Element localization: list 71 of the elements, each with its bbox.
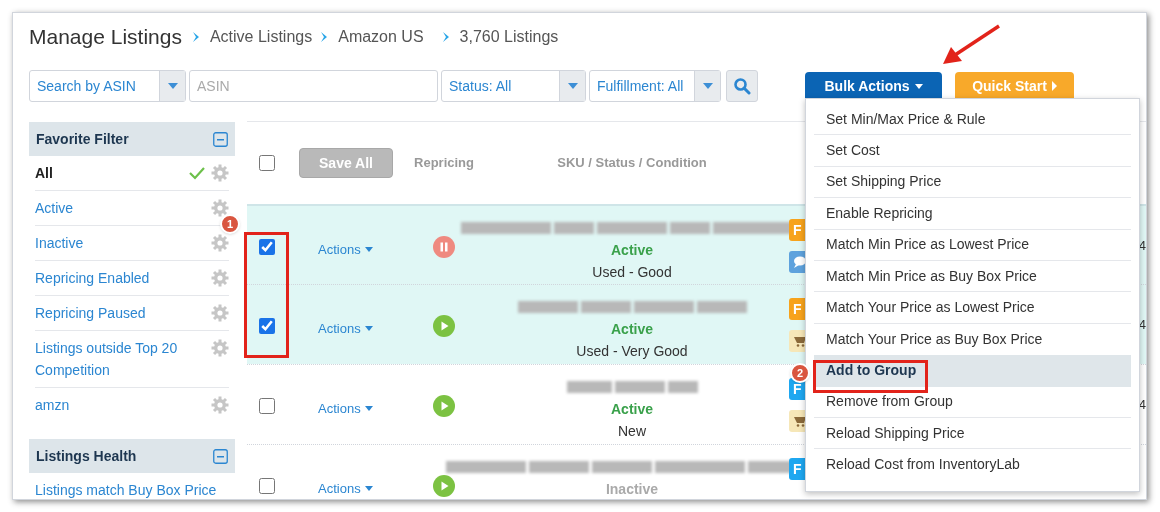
column-header: Repricing — [413, 154, 475, 173]
pause-icon[interactable] — [433, 236, 455, 258]
actions-link[interactable]: Actions — [318, 240, 373, 260]
caret-icon — [1051, 81, 1057, 91]
status-text: Inactive — [605, 480, 659, 499]
filter-item[interactable]: Listings outside Top 20 Competition — [35, 337, 211, 381]
collapse-icon — [213, 448, 228, 464]
caret-icon — [702, 83, 713, 89]
checkbox[interactable] — [259, 239, 275, 255]
settings-icon — [211, 199, 229, 217]
dropdown[interactable]: Status: All — [441, 70, 586, 102]
section-header[interactable]: Favorite Filter — [29, 122, 235, 156]
menu-item[interactable]: Reload Cost from InventoryLab — [814, 449, 1131, 481]
checkbox[interactable] — [259, 398, 275, 414]
dropdown[interactable]: Fulfillment: All — [589, 70, 721, 102]
caret-icon — [364, 247, 373, 253]
checkbox[interactable] — [259, 478, 275, 494]
actions-link[interactable]: Actions — [318, 399, 373, 419]
caret-icon — [364, 406, 373, 412]
checkbox[interactable] — [259, 155, 275, 171]
settings-icon — [211, 339, 229, 357]
page-title: Manage Listings — [29, 24, 182, 51]
caret-icon — [567, 83, 578, 89]
caret-icon — [364, 326, 373, 332]
search-icon — [733, 77, 751, 95]
settings-icon — [211, 304, 229, 322]
caret-icon — [364, 486, 373, 492]
caret-icon — [167, 83, 178, 89]
condition-text: New — [618, 422, 646, 441]
breadcrumb[interactable]: 3,760 Listings — [459, 25, 559, 49]
checkbox[interactable] — [259, 318, 275, 334]
menu-item[interactable]: Reload Shipping Price — [814, 417, 1131, 450]
filter-item[interactable]: Listings match Buy Box Price — [35, 479, 217, 499]
menu-item[interactable]: Add to Group — [814, 355, 1131, 387]
status-text: Active — [611, 241, 653, 260]
actions-link[interactable]: Actions — [318, 319, 373, 339]
filter-item[interactable]: Repricing Paused — [35, 302, 146, 324]
breadcrumb[interactable]: Active Listings — [209, 25, 313, 49]
check-icon — [189, 166, 205, 180]
condition-text: Used - Very Good — [576, 342, 688, 361]
status-text: Active — [611, 320, 653, 339]
menu-item[interactable]: Set Cost — [814, 135, 1131, 167]
search-button[interactable] — [726, 70, 758, 102]
menu-item[interactable]: Match Your Price as Buy Box Price — [814, 323, 1131, 356]
menu-item[interactable]: Remove from Group — [814, 386, 1131, 418]
condition-text: Used - Good — [592, 263, 672, 282]
settings-icon — [211, 269, 229, 287]
step-marker: 1 — [220, 214, 240, 234]
settings-icon — [211, 396, 229, 414]
menu-item[interactable]: Match Min Price as Buy Box Price — [814, 260, 1131, 293]
menu-item[interactable]: Enable Repricing — [814, 198, 1131, 230]
filter-item[interactable]: Inactive — [35, 232, 84, 254]
dropdown[interactable]: Search by ASIN — [29, 70, 186, 102]
menu-item[interactable]: Set Shipping Price — [814, 166, 1131, 199]
column-header: SKU / Status / Condition — [556, 154, 708, 173]
caret-icon — [914, 84, 923, 89]
collapse-icon — [213, 131, 228, 147]
settings-icon — [211, 234, 229, 252]
filter-item[interactable]: All — [35, 162, 53, 184]
menu-item[interactable]: Match Your Price as Lowest Price — [814, 292, 1131, 324]
menu-item[interactable]: Match Min Price as Lowest Price — [814, 229, 1131, 261]
filter-item[interactable]: Repricing Enabled — [35, 267, 150, 289]
menu-item[interactable]: Set Min/Max Price & Rule — [814, 104, 1131, 136]
filter-item[interactable]: amzn — [35, 394, 70, 416]
status-text: Active — [611, 400, 653, 419]
filter-item[interactable]: Active — [35, 197, 74, 219]
search-field[interactable]: ASIN — [189, 70, 438, 102]
section-header[interactable]: Listings Health — [29, 439, 235, 473]
actions-link[interactable]: Actions — [318, 479, 373, 499]
settings-icon — [211, 164, 229, 182]
breadcrumb[interactable]: Amazon US — [338, 25, 424, 49]
